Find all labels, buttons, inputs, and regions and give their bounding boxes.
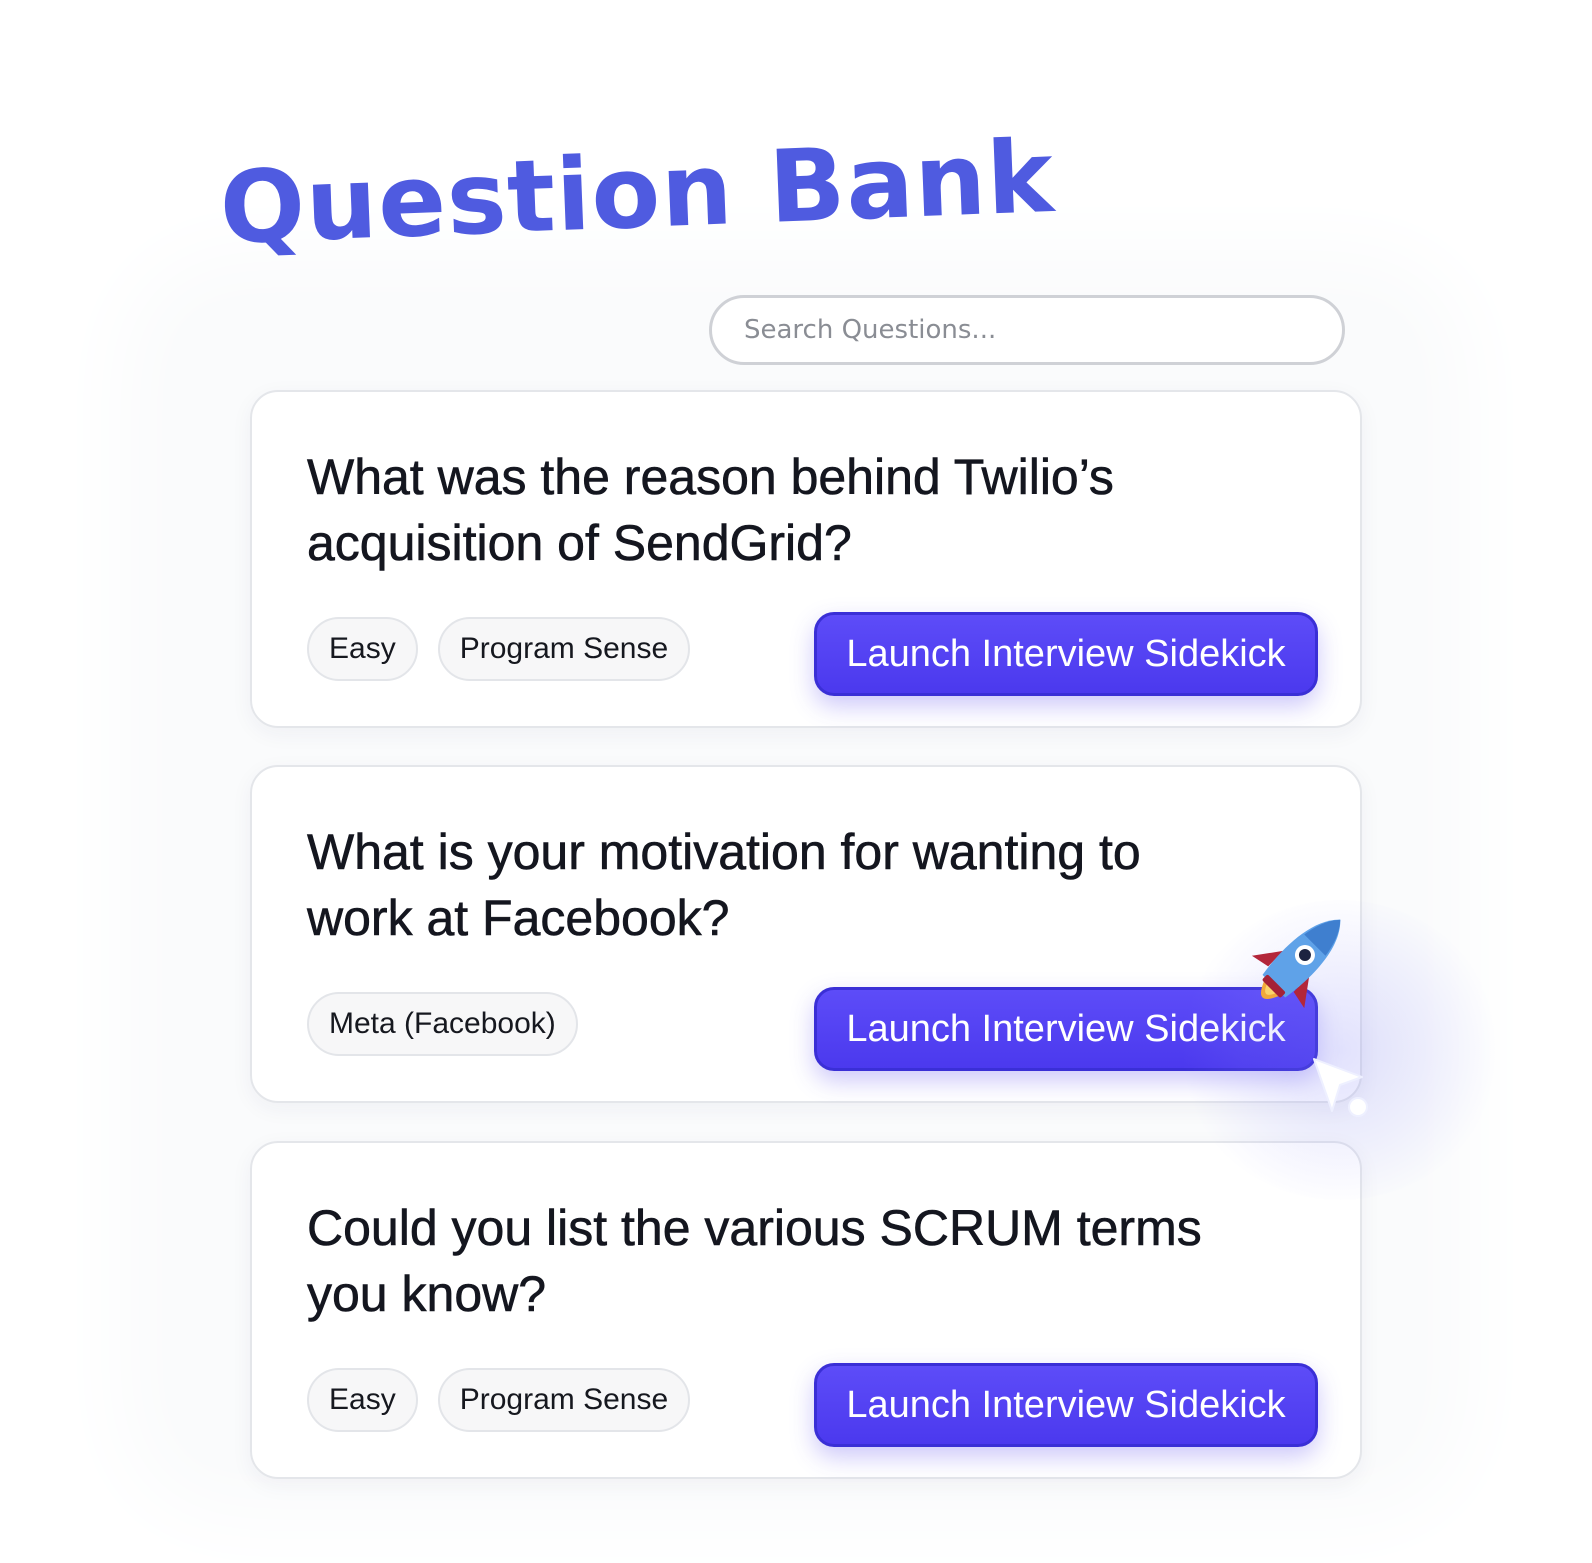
search-bar — [709, 295, 1345, 365]
page-title: Question Bank — [217, 117, 1057, 267]
tag-difficulty[interactable]: Easy — [307, 617, 418, 681]
tag-category[interactable]: Program Sense — [437, 1368, 691, 1432]
launch-interview-sidekick-button[interactable]: Launch Interview Sidekick — [814, 612, 1318, 696]
search-input[interactable] — [709, 295, 1345, 365]
question-text: What is your motivation for wanting to w… — [307, 824, 1141, 947]
question-card: Could you list the various SCRUM terms y… — [250, 1141, 1362, 1479]
question-card: What was the reason behind Twilio’s acqu… — [250, 390, 1362, 728]
question-text: Could you list the various SCRUM terms y… — [307, 1200, 1202, 1323]
tag-list: Easy Program Sense — [307, 617, 691, 681]
tag-difficulty[interactable]: Easy — [307, 1368, 418, 1432]
launch-interview-sidekick-button[interactable]: Launch Interview Sidekick — [814, 987, 1318, 1071]
tag-category[interactable]: Program Sense — [437, 617, 691, 681]
tag-list: Meta (Facebook) — [307, 992, 578, 1056]
question-card: What is your motivation for wanting to w… — [250, 765, 1362, 1103]
launch-interview-sidekick-button[interactable]: Launch Interview Sidekick — [814, 1363, 1318, 1447]
question-text: What was the reason behind Twilio’s acqu… — [307, 449, 1115, 572]
tag-company[interactable]: Meta (Facebook) — [307, 992, 578, 1056]
tag-list: Easy Program Sense — [307, 1368, 691, 1432]
